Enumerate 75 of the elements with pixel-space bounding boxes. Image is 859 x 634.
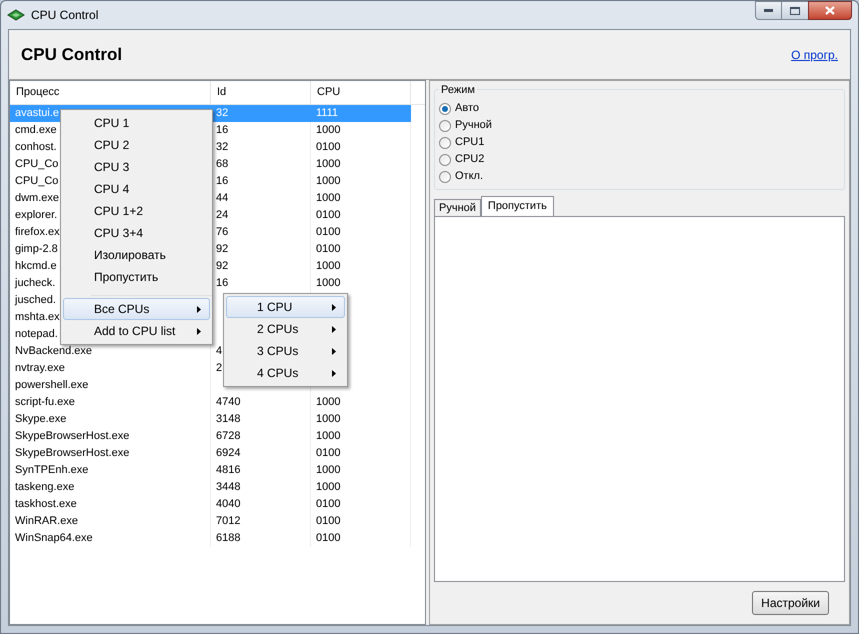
table-cell: gimp-2.8 — [15, 243, 58, 255]
table-cell: 1000 — [316, 260, 340, 272]
table-cell: 0100 — [316, 141, 340, 153]
table-cell: script-fu.exe — [15, 396, 75, 408]
table-cell: taskeng.exe — [15, 481, 74, 493]
table-cell: 1000 — [316, 464, 340, 476]
table-cell: 1000 — [316, 158, 340, 170]
table-cell: 3448 — [216, 481, 240, 493]
table-cell: 0100 — [316, 498, 340, 510]
table-cell: 3148 — [216, 413, 240, 425]
table-cell: SkypeBrowserHost.exe — [15, 430, 130, 442]
table-cell: SkypeBrowserHost.exe — [15, 447, 130, 459]
table-cell: jusched. — [15, 294, 56, 306]
table-cell: avastui.e — [15, 107, 60, 119]
table-cell: 32 — [216, 141, 228, 153]
table-cell: 6188 — [216, 532, 240, 544]
table-cell: 16 — [216, 124, 228, 136]
table-cell: 1000 — [316, 277, 340, 289]
table-cell: 6728 — [216, 430, 240, 442]
table-cell: nvtray.exe — [15, 362, 65, 374]
table-cell: 0100 — [316, 243, 340, 255]
table-cell: explorer. — [15, 209, 58, 221]
table-cell: 16 — [216, 175, 228, 187]
table-cell: 4816 — [216, 464, 240, 476]
table-cell: 0100 — [316, 532, 340, 544]
window-title: CPU Control — [31, 7, 98, 24]
table-cell: 92 — [216, 243, 228, 255]
table-cell: 0100 — [316, 447, 340, 459]
table-cell: 4 — [216, 345, 222, 357]
table-cell: 0100 — [316, 209, 340, 221]
table-cell: NvBackend.exe — [15, 345, 92, 357]
table-cell: 1000 — [316, 430, 340, 442]
table-cell: 32 — [216, 107, 228, 119]
table-cell: jucheck. — [15, 277, 56, 289]
table-cell: hkcmd.e — [15, 260, 57, 272]
table-cell: notepad. — [15, 328, 58, 340]
table-cell: cmd.exe — [15, 124, 57, 136]
table-cell: mshta.ex — [15, 311, 60, 323]
table-cell: 1000 — [316, 413, 340, 425]
table-cell: 44 — [216, 192, 228, 204]
radio-label: CPU1 — [455, 135, 484, 150]
table-cell: 1000 — [316, 175, 340, 187]
table-cell: powershell.exe — [15, 379, 88, 391]
table-cell: 1000 — [316, 481, 340, 493]
table-cell: Skype.exe — [15, 413, 66, 425]
table-cell: WinSnap64.exe — [15, 532, 93, 544]
table-cell: WinRAR.exe — [15, 515, 78, 527]
table-cell: 1000 — [316, 396, 340, 408]
table-cell: firefox.ex — [15, 226, 60, 238]
radio-label: Авто — [455, 101, 479, 116]
table-cell: 76 — [216, 226, 228, 238]
table-cell: 6924 — [216, 447, 240, 459]
table-cell: dwm.exe — [15, 192, 60, 204]
table-cell: 24 — [216, 209, 228, 221]
table-cell: 1000 — [316, 124, 340, 136]
table-cell: taskhost.exe — [15, 498, 77, 510]
table-cell: 2 — [216, 362, 222, 374]
table-cell: 7012 — [216, 515, 240, 527]
table-cell: 1000 — [316, 192, 340, 204]
radio-label: Ручной — [455, 118, 492, 134]
table-cell: CPU_Co — [15, 175, 58, 187]
radio-label: Откл. — [455, 169, 484, 184]
table-cell: 1111 — [316, 107, 338, 119]
table-cell: 4740 — [216, 396, 240, 408]
table-cell: conhost. — [15, 141, 57, 153]
table-cell: 68 — [216, 158, 228, 170]
table-cell: SynTPEnh.exe — [15, 464, 88, 476]
table-cell: 4040 — [216, 498, 240, 510]
table-cell: 16 — [216, 277, 228, 289]
table-cell: 92 — [216, 260, 228, 272]
table-cell: 0100 — [316, 226, 340, 238]
radio-label: CPU2 — [455, 152, 484, 168]
app-title: CPU Control — [21, 44, 122, 66]
table-cell: CPU_Co — [15, 158, 58, 170]
table-cell: 0100 — [316, 515, 340, 527]
